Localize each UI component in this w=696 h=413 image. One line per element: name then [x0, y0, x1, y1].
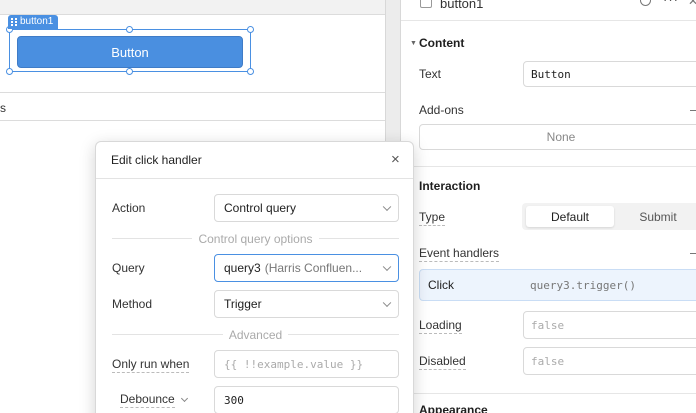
loading-input[interactable]: false [523, 311, 696, 339]
selection-tag-label: button1 [20, 16, 54, 27]
canvas-button-component[interactable]: Button [17, 36, 243, 68]
advanced-label: Advanced [222, 328, 289, 342]
collapse-event-handlers-icon[interactable] [690, 253, 696, 254]
handler-action: query3.trigger() [530, 279, 636, 292]
disabled-placeholder: false [531, 354, 565, 368]
resize-handle-top-right[interactable] [247, 26, 254, 33]
debounce-value: 300 [224, 393, 244, 407]
query-label: Query [112, 261, 145, 275]
text-input[interactable]: Button [523, 61, 696, 87]
close-icon[interactable]: × [391, 151, 400, 168]
type-label: Type [419, 210, 446, 226]
advanced-divider: Advanced [96, 326, 413, 344]
text-input-value: Button [531, 67, 571, 81]
add-ons-value: None [546, 130, 576, 144]
method-select-value: Trigger [224, 297, 262, 311]
type-option-default[interactable]: Default [526, 206, 614, 227]
loading-placeholder: false [531, 318, 565, 332]
event-handlers-label-text: Event handlers [419, 246, 500, 262]
resize-handle-bottom[interactable] [126, 68, 133, 75]
disabled-label-text: Disabled [419, 354, 466, 370]
canvas-divider [0, 92, 385, 93]
component-icon [420, 0, 432, 8]
dialog-title: Edit click handler [111, 153, 202, 167]
handler-event: Click [428, 278, 454, 292]
text-label: Text [419, 67, 442, 81]
add-ons-field[interactable]: None [419, 124, 696, 150]
collapse-caret-icon[interactable]: ▼ [410, 40, 417, 47]
disabled-label: Disabled [419, 354, 466, 370]
type-option-submit[interactable]: Submit [618, 206, 696, 227]
only-run-when-label: Only run when [112, 357, 190, 373]
component-selection-tag[interactable]: button1 [8, 15, 59, 29]
divider [401, 20, 696, 21]
disabled-input[interactable]: false [523, 347, 696, 375]
section-heading-appearance[interactable]: Appearance [419, 403, 488, 413]
edit-click-handler-dialog: Edit click handler × Action Control quer… [95, 141, 414, 413]
chevron-down-icon [382, 298, 392, 308]
control-query-options-label: Control query options [192, 232, 319, 246]
action-select[interactable]: Control query [214, 194, 399, 222]
add-ons-label: Add-ons [419, 103, 464, 117]
query-select-hint: (Harris Confluen... [264, 261, 363, 275]
query-select-value: query3 [224, 261, 261, 275]
canvas-divider [0, 120, 385, 121]
drag-grip-icon[interactable] [11, 18, 17, 26]
resize-handle-top[interactable] [126, 26, 133, 33]
chevron-down-icon [382, 202, 392, 212]
divider [401, 393, 696, 394]
debounce-input[interactable]: 300 [214, 386, 399, 413]
method-select[interactable]: Trigger [214, 290, 399, 318]
divider [401, 166, 696, 167]
canvas-top-bar [0, 0, 385, 15]
type-label-text: Type [419, 210, 446, 226]
loading-label-text: Loading [419, 318, 462, 334]
dialog-header: Edit click handler × [96, 142, 413, 179]
debounce-label: Debounce [120, 392, 175, 408]
chevron-down-icon [382, 262, 392, 272]
loading-label: Loading [419, 318, 462, 334]
section-heading-content[interactable]: Content [419, 36, 464, 50]
resize-handle-bottom-right[interactable] [247, 68, 254, 75]
event-handlers-label: Event handlers [419, 246, 500, 262]
only-run-when-label-text: Only run when [112, 357, 190, 373]
action-select-value: Control query [224, 201, 297, 215]
resize-handle-bottom-left[interactable] [6, 68, 13, 75]
section-heading-interaction[interactable]: Interaction [419, 179, 480, 193]
method-label: Method [112, 297, 153, 311]
debounce-control[interactable]: Debounce [112, 392, 188, 408]
only-run-when-placeholder: {{ !!example.value }} [224, 357, 364, 371]
canvas-row-label: s [0, 101, 6, 115]
control-query-options-divider: Control query options [96, 230, 413, 248]
chevron-down-icon [180, 394, 188, 402]
query-select[interactable]: query3 (Harris Confluen... [214, 254, 399, 282]
only-run-when-input[interactable]: {{ !!example.value }} [214, 350, 399, 378]
collapse-add-ons-icon[interactable] [690, 110, 696, 111]
close-icon[interactable]: ✕ [688, 0, 696, 8]
action-label: Action [112, 201, 146, 215]
more-options-icon[interactable]: ··· [663, 0, 679, 7]
inspector-title[interactable]: button1 [440, 0, 483, 11]
